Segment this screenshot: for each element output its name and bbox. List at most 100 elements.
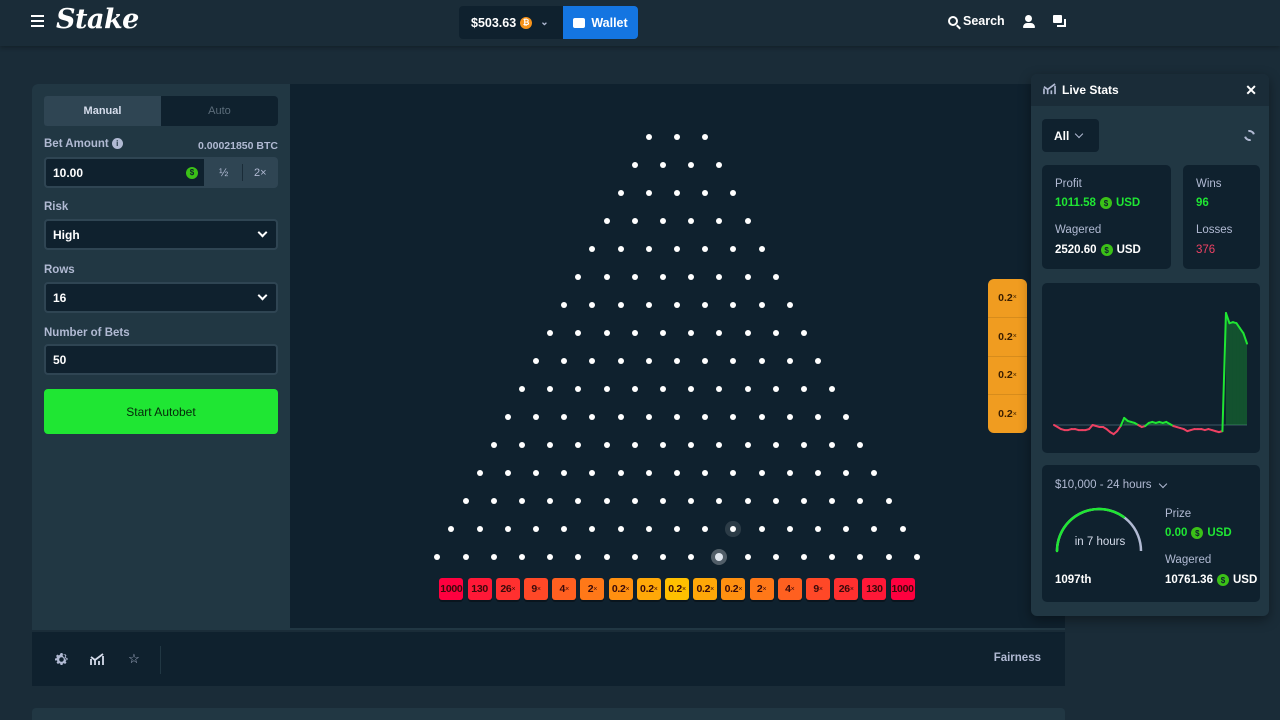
tab-auto[interactable]: Auto — [161, 96, 278, 126]
peg — [674, 470, 680, 476]
multiplier-slot: 9 × — [806, 578, 830, 600]
chart-area-segment — [1232, 322, 1237, 425]
wins-losses-card: Wins 96 Losses 376 — [1183, 165, 1260, 269]
multiplier-slot: 2 × — [580, 578, 605, 600]
wagered-currency: USD — [1116, 244, 1141, 256]
race-card: $10,000 - 24 hours in 7 hours 1097th Pri… — [1042, 465, 1260, 602]
close-icon[interactable]: ✕ — [1245, 82, 1257, 99]
peg — [490, 498, 497, 504]
start-autobet-button[interactable]: Start Autobet — [44, 389, 278, 434]
peg — [702, 302, 709, 308]
bet-amount-label: Bet Amount i — [44, 138, 123, 150]
menu-icon[interactable] — [31, 15, 44, 27]
peg — [857, 554, 864, 560]
rows-select[interactable]: 16 — [44, 282, 278, 313]
stats-filter-select[interactable]: All — [1042, 119, 1099, 152]
peg — [786, 526, 793, 532]
stake-logo[interactable]: Stake — [56, 4, 139, 35]
peg — [589, 302, 596, 308]
bottom-panel — [32, 708, 1065, 720]
peg — [547, 554, 554, 560]
peg — [800, 330, 807, 336]
recent-result: 0.2 × — [988, 357, 1027, 396]
peg — [744, 498, 751, 504]
chart-area-segment — [1236, 323, 1240, 425]
losses-label: Losses — [1196, 224, 1233, 236]
profit-amount: 1011.58 — [1055, 197, 1096, 209]
peg — [617, 526, 624, 532]
peg — [659, 330, 666, 336]
balance-selector[interactable]: $503.63 ₿ ⌄ — [459, 6, 563, 39]
refresh-icon[interactable] — [1241, 127, 1258, 144]
peg — [815, 414, 821, 420]
gear-icon[interactable] — [54, 652, 68, 666]
peg — [547, 386, 554, 392]
peg — [603, 554, 610, 560]
peg — [688, 162, 695, 168]
peg — [829, 554, 836, 560]
peg — [716, 330, 723, 336]
multiplier-slot: 4 × — [777, 578, 802, 600]
wallet-button[interactable]: Wallet — [563, 6, 638, 39]
live-stats-header[interactable]: Live Stats ✕ — [1031, 74, 1269, 106]
peg — [786, 302, 793, 308]
peg — [533, 358, 539, 364]
top-bar: Stake $503.63 ₿ ⌄ Wallet Search — [0, 0, 1280, 46]
chevron-down-icon — [1075, 129, 1084, 139]
peg — [716, 218, 723, 224]
search-icon — [948, 16, 958, 26]
half-bet-button[interactable]: ½ — [206, 157, 242, 188]
peg — [716, 442, 723, 448]
peg — [702, 246, 709, 252]
chat-icon[interactable] — [1053, 15, 1066, 28]
search-label: Search — [963, 14, 1005, 28]
race-selector[interactable]: $10,000 - 24 hours — [1055, 479, 1167, 491]
peg — [744, 386, 751, 392]
peg — [744, 218, 751, 224]
peg — [659, 554, 666, 560]
peg — [730, 414, 737, 420]
peg — [603, 386, 610, 392]
recent-result: 0.2 × — [988, 279, 1027, 318]
peg — [575, 386, 582, 392]
info-icon[interactable]: i — [111, 138, 123, 149]
usd-coin-icon: $ — [1100, 244, 1113, 256]
prize-amount: 0.00 — [1165, 527, 1188, 539]
peg — [589, 414, 596, 420]
peg — [617, 470, 624, 476]
peg — [561, 470, 568, 476]
live-stats-icon — [1043, 82, 1056, 98]
risk-select[interactable]: High — [44, 219, 278, 250]
peg — [561, 302, 568, 308]
risk-label: Risk — [44, 201, 69, 213]
live-stats-icon[interactable] — [90, 652, 104, 666]
double-bet-button[interactable]: 2× — [243, 157, 279, 188]
usd-coin-icon: $ — [1099, 197, 1112, 209]
tab-manual[interactable]: Manual — [44, 96, 161, 126]
peg — [716, 274, 723, 280]
peg — [674, 526, 680, 532]
peg — [617, 414, 624, 420]
peg — [871, 470, 878, 476]
peg — [659, 442, 666, 448]
peg — [716, 162, 723, 168]
star-icon[interactable]: ☆ — [127, 651, 141, 666]
profit-chart — [1042, 283, 1260, 453]
user-icon[interactable] — [1022, 15, 1035, 28]
multiplier-slot: 0.2 × — [636, 578, 661, 600]
peg — [829, 386, 836, 392]
peg — [659, 386, 666, 392]
peg — [603, 274, 610, 280]
num-bets-input[interactable]: 50 — [44, 344, 278, 375]
fairness-button[interactable]: Fairness — [994, 652, 1041, 664]
bet-amount-input[interactable]: 10.00 $ — [44, 157, 206, 188]
search-button[interactable]: Search — [948, 14, 1005, 28]
multiplier-slot: 26 × — [495, 578, 520, 600]
peg — [843, 526, 850, 532]
stats-filter-value: All — [1054, 128, 1070, 143]
peg — [758, 414, 765, 420]
chevron-down-icon — [1158, 479, 1167, 488]
peg — [786, 414, 793, 420]
peg — [772, 386, 779, 392]
live-stats-panel: Live Stats ✕ All Profit 1011.58 $ USD Wa… — [1031, 74, 1269, 616]
